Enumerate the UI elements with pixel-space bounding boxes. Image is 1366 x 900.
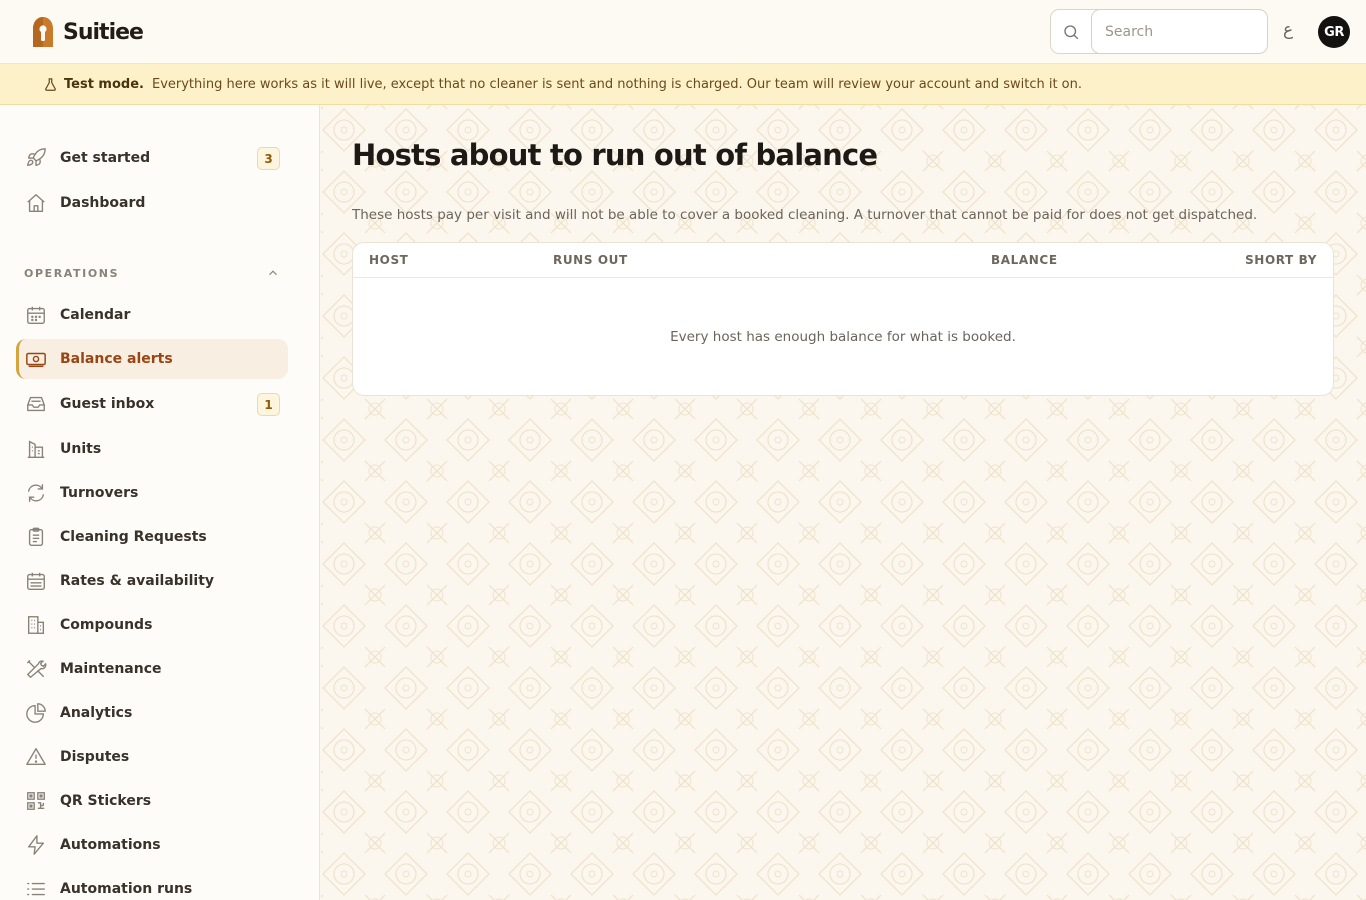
list-icon xyxy=(24,877,48,900)
sidebar-item-units[interactable]: Units xyxy=(16,429,288,469)
home-icon xyxy=(24,191,48,215)
decorative-pattern xyxy=(321,105,1366,900)
top-bar: Suitiee ع GR xyxy=(0,0,1366,64)
sidebar: Get started 3 Dashboard OPERATIONS Calen… xyxy=(0,105,320,900)
search-icon[interactable] xyxy=(1051,10,1091,53)
sidebar-item-label: Guest inbox xyxy=(60,396,155,412)
main-content: Hosts about to run out of balance These … xyxy=(321,105,1366,900)
sidebar-item-guest-inbox[interactable]: Guest inbox 1 xyxy=(16,384,288,424)
brand-logo[interactable]: Suitiee xyxy=(30,16,144,48)
page-title: Hosts about to run out of balance xyxy=(352,138,878,172)
sidebar-item-maintenance[interactable]: Maintenance xyxy=(16,649,288,689)
sidebar-item-label: QR Stickers xyxy=(60,793,152,809)
sidebar-item-dashboard[interactable]: Dashboard xyxy=(16,183,288,223)
sidebar-item-label: Balance alerts xyxy=(60,351,173,367)
sidebar-item-label: Disputes xyxy=(60,749,130,765)
sidebar-item-qr-stickers[interactable]: QR Stickers xyxy=(16,781,288,821)
banknote-icon xyxy=(24,347,48,371)
inbox-icon xyxy=(24,392,48,416)
section-label: OPERATIONS xyxy=(24,266,120,280)
refresh-icon xyxy=(24,481,48,505)
calendar-icon xyxy=(24,303,48,327)
calendar-grid-icon xyxy=(24,569,48,593)
office-building-icon xyxy=(24,613,48,637)
column-header-runs-out[interactable]: RUNS OUT xyxy=(553,253,628,267)
sidebar-item-automations[interactable]: Automations xyxy=(16,825,288,865)
brand-name: Suitiee xyxy=(63,19,144,45)
sidebar-item-label: Dashboard xyxy=(60,195,146,211)
building-icon xyxy=(24,437,48,461)
page-description: These hosts pay per visit and will not b… xyxy=(352,207,1258,223)
flask-icon xyxy=(45,77,56,91)
sidebar-item-turnovers[interactable]: Turnovers xyxy=(16,473,288,513)
balance-alerts-table: HOST RUNS OUT BALANCE SHORT BY Every hos… xyxy=(352,242,1334,396)
sidebar-item-label: Calendar xyxy=(60,307,131,323)
sidebar-item-analytics[interactable]: Analytics xyxy=(16,693,288,733)
rocket-icon xyxy=(24,146,48,170)
column-header-balance[interactable]: BALANCE xyxy=(991,253,1058,267)
pie-chart-icon xyxy=(24,701,48,725)
keyhole-logo-icon xyxy=(33,17,53,47)
warning-icon xyxy=(24,745,48,769)
sidebar-item-label: Cleaning Requests xyxy=(60,529,207,545)
search-input[interactable] xyxy=(1091,9,1268,54)
banner-text: Everything here works as it will live, e… xyxy=(151,76,1083,92)
lightning-icon xyxy=(24,833,48,857)
empty-state-message: Every host has enough balance for what i… xyxy=(670,329,1016,345)
clipboard-icon xyxy=(24,525,48,549)
chevron-up-icon[interactable] xyxy=(266,266,280,280)
search-box xyxy=(1050,9,1268,54)
sidebar-item-label: Maintenance xyxy=(60,661,162,677)
section-operations[interactable]: OPERATIONS xyxy=(24,265,280,281)
sidebar-item-balance-alerts[interactable]: Balance alerts xyxy=(16,339,288,379)
count-badge: 3 xyxy=(257,147,280,170)
test-mode-banner: Test mode. Everything here works as it w… xyxy=(0,64,1366,105)
sidebar-item-label: Get started xyxy=(60,150,151,166)
qr-code-icon xyxy=(24,789,48,813)
sidebar-item-disputes[interactable]: Disputes xyxy=(16,737,288,777)
sidebar-item-label: Analytics xyxy=(60,705,133,721)
language-toggle[interactable]: ع xyxy=(1283,20,1293,40)
column-header-short-by[interactable]: SHORT BY xyxy=(1245,253,1317,267)
sidebar-item-label: Rates & availability xyxy=(60,573,215,589)
banner-title: Test mode. xyxy=(64,76,144,92)
count-badge: 1 xyxy=(257,393,280,416)
sidebar-item-label: Automation runs xyxy=(60,881,193,897)
sidebar-item-label: Turnovers xyxy=(60,485,139,501)
sidebar-item-label: Compounds xyxy=(60,617,153,633)
user-avatar[interactable]: GR xyxy=(1318,16,1350,48)
sidebar-item-cleaning-requests[interactable]: Cleaning Requests xyxy=(16,517,288,557)
sidebar-item-automation-runs[interactable]: Automation runs xyxy=(16,869,288,900)
sidebar-item-get-started[interactable]: Get started 3 xyxy=(16,138,288,178)
table-header: HOST RUNS OUT BALANCE SHORT BY xyxy=(353,243,1333,278)
sidebar-item-compounds[interactable]: Compounds xyxy=(16,605,288,645)
sidebar-item-label: Units xyxy=(60,441,102,457)
sidebar-item-label: Automations xyxy=(60,837,161,853)
tools-icon xyxy=(24,657,48,681)
column-header-host[interactable]: HOST xyxy=(369,253,408,267)
sidebar-item-rates-availability[interactable]: Rates & availability xyxy=(16,561,288,601)
sidebar-item-calendar[interactable]: Calendar xyxy=(16,295,288,335)
